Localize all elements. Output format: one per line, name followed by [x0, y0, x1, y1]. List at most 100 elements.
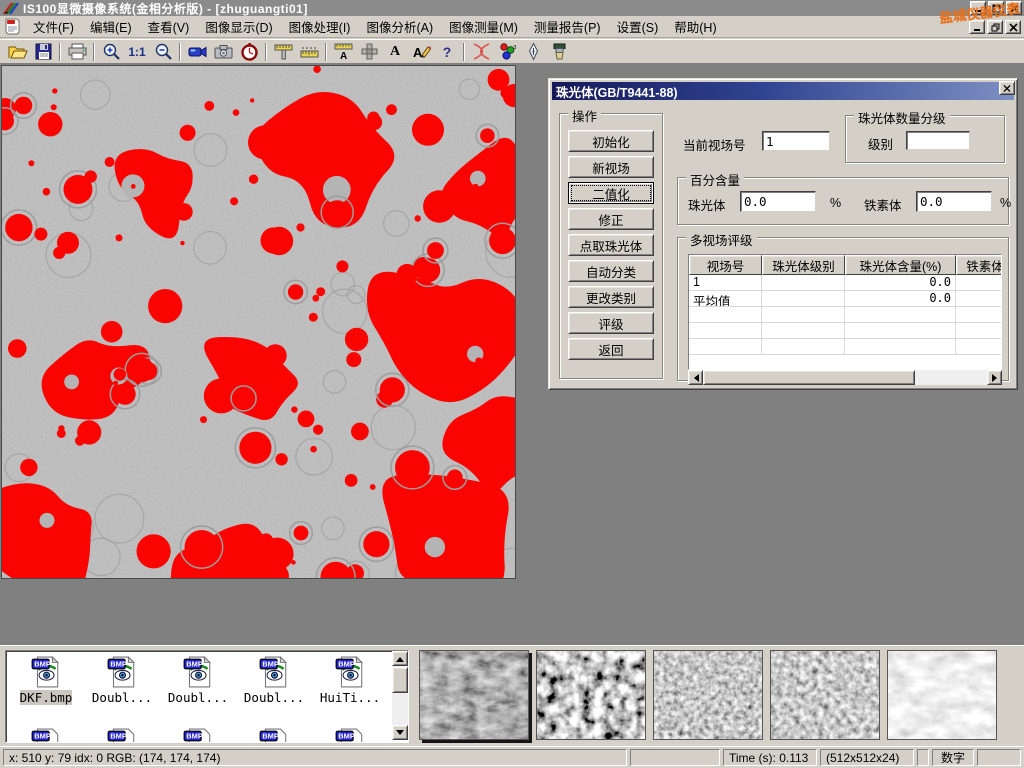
dialog-close-button[interactable]: [999, 81, 1015, 95]
close-button[interactable]: [1006, 1, 1022, 15]
micrograph-image[interactable]: [2, 66, 515, 578]
thumbnail-1[interactable]: [419, 650, 529, 740]
col-pearlite-content[interactable]: 珠光体含量(%): [845, 255, 956, 275]
pen-nib-icon: [523, 42, 544, 61]
classify-button[interactable]: 3: [494, 41, 520, 63]
print-button[interactable]: [64, 41, 90, 63]
ruler-button[interactable]: [296, 41, 322, 63]
menu-help[interactable]: 帮助(H): [666, 14, 724, 39]
thumbnail-4[interactable]: [770, 650, 880, 740]
col-pearlite-grade[interactable]: 珠光体级别: [762, 255, 845, 275]
mdi-restore-button[interactable]: [987, 20, 1003, 34]
timer-button[interactable]: [236, 41, 262, 63]
photo-capture-button[interactable]: [210, 41, 236, 63]
file-item[interactable]: BMP: [160, 725, 236, 742]
menu-image-processing[interactable]: 图像处理(I): [281, 14, 359, 39]
thumbnail-2[interactable]: [536, 650, 646, 740]
toolbar-separator: [179, 43, 181, 61]
menu-view[interactable]: 查看(V): [140, 14, 198, 39]
help-button[interactable]: ?: [434, 41, 460, 63]
file-list-scrollbar[interactable]: [392, 651, 408, 740]
brush-tool-button[interactable]: [546, 41, 572, 63]
rate-button[interactable]: 评级: [568, 312, 654, 334]
menu-file[interactable]: 文件(F): [25, 14, 82, 39]
menu-image-measure[interactable]: 图像测量(M): [441, 14, 526, 39]
maximize-button[interactable]: [988, 1, 1004, 15]
file-item[interactable]: BMP Doubl...: [236, 653, 312, 725]
micrograph-canvas: [2, 66, 515, 578]
table-row[interactable]: 1 0.0: [689, 275, 1001, 291]
initialize-button[interactable]: 初始化: [568, 130, 654, 152]
toolbar-separator: [59, 43, 61, 61]
save-button[interactable]: [30, 41, 56, 63]
menu-image-display[interactable]: 图像显示(D): [197, 14, 280, 39]
file-name[interactable]: DKF.bmp: [20, 690, 73, 705]
curve-tool-button[interactable]: [468, 41, 494, 63]
text-tool-button[interactable]: A: [382, 41, 408, 63]
ruler-icon: [299, 42, 320, 61]
ferrite-percent-input[interactable]: [916, 191, 992, 212]
col-field-number[interactable]: 视场号: [689, 255, 762, 275]
percent-sign: %: [1000, 196, 1011, 210]
new-field-button[interactable]: 新视场: [568, 156, 654, 178]
file-name[interactable]: Doubl...: [244, 690, 304, 705]
correct-button[interactable]: 修正: [568, 208, 654, 230]
file-name[interactable]: HuiTi...: [320, 690, 380, 705]
zoom-in-button[interactable]: [98, 41, 124, 63]
mdi-close-button[interactable]: [1005, 20, 1021, 34]
operations-group-label: 操作: [568, 106, 601, 125]
table-horizontal-scrollbar[interactable]: [688, 370, 1002, 385]
pearlite-percent-input[interactable]: [740, 191, 816, 212]
thumbnail-5[interactable]: [887, 650, 997, 740]
video-camera-icon: [187, 42, 208, 61]
actual-size-button[interactable]: 1:1: [124, 41, 150, 63]
file-item[interactable]: BMP: [84, 725, 160, 742]
file-item[interactable]: BMP: [8, 725, 84, 742]
open-button[interactable]: [4, 41, 30, 63]
change-class-button[interactable]: 更改类别: [568, 286, 654, 308]
binarize-button[interactable]: 二值化: [568, 182, 654, 204]
menu-settings[interactable]: 设置(S): [609, 14, 667, 39]
scroll-down-button[interactable]: [392, 725, 408, 740]
pen-tool-button[interactable]: [520, 41, 546, 63]
table-row[interactable]: 平均值 0.0: [689, 291, 1001, 307]
file-item[interactable]: BMP: [312, 725, 388, 742]
file-item[interactable]: BMP Doubl...: [160, 653, 236, 725]
measure-text-button[interactable]: A: [330, 41, 356, 63]
menu-image-analysis[interactable]: 图像分析(A): [358, 14, 441, 39]
image-merge-button[interactable]: [356, 41, 382, 63]
menu-measure-report[interactable]: 测量报告(P): [526, 14, 609, 39]
file-name[interactable]: Doubl...: [168, 690, 228, 705]
scroll-left-button[interactable]: [688, 370, 703, 385]
thumbnail-3[interactable]: [653, 650, 763, 740]
svg-text:BMP: BMP: [110, 732, 127, 741]
svg-text:3: 3: [513, 45, 516, 51]
auto-classify-button[interactable]: 自动分类: [568, 260, 654, 282]
mdi-minimize-button[interactable]: [969, 20, 985, 34]
file-item[interactable]: BMP HuiTi...: [312, 653, 388, 725]
file-item[interactable]: BMP DKF.bmp: [8, 653, 84, 725]
scroll-up-button[interactable]: [392, 651, 408, 666]
level-input[interactable]: [906, 131, 970, 150]
scroll-right-button[interactable]: [987, 370, 1002, 385]
zoom-out-button[interactable]: [150, 41, 176, 63]
caliper-button[interactable]: [270, 41, 296, 63]
menu-edit[interactable]: 编辑(E): [82, 14, 140, 39]
mode-status: 数字: [932, 749, 974, 766]
cell-ferrite: [956, 275, 1002, 291]
return-button[interactable]: 返回: [568, 338, 654, 360]
file-item[interactable]: BMP Doubl...: [84, 653, 160, 725]
scrollbar-thumb[interactable]: [392, 667, 408, 693]
minimize-button[interactable]: [970, 1, 986, 15]
file-name[interactable]: Doubl...: [92, 690, 152, 705]
dialog-title-bar[interactable]: 珠光体(GB/T9441-88): [552, 82, 1014, 100]
col-ferrite[interactable]: 铁素体: [956, 255, 1002, 275]
scrollbar-thumb[interactable]: [703, 370, 915, 385]
annotate-button[interactable]: A: [408, 41, 434, 63]
grade-count-group: 珠光体数量分级 级别: [845, 115, 1005, 163]
current-field-input[interactable]: [762, 131, 830, 151]
video-capture-button[interactable]: [184, 41, 210, 63]
file-item[interactable]: BMP: [236, 725, 312, 742]
pick-pearlite-button[interactable]: 点取珠光体: [568, 234, 654, 256]
document-icon: [4, 18, 21, 35]
